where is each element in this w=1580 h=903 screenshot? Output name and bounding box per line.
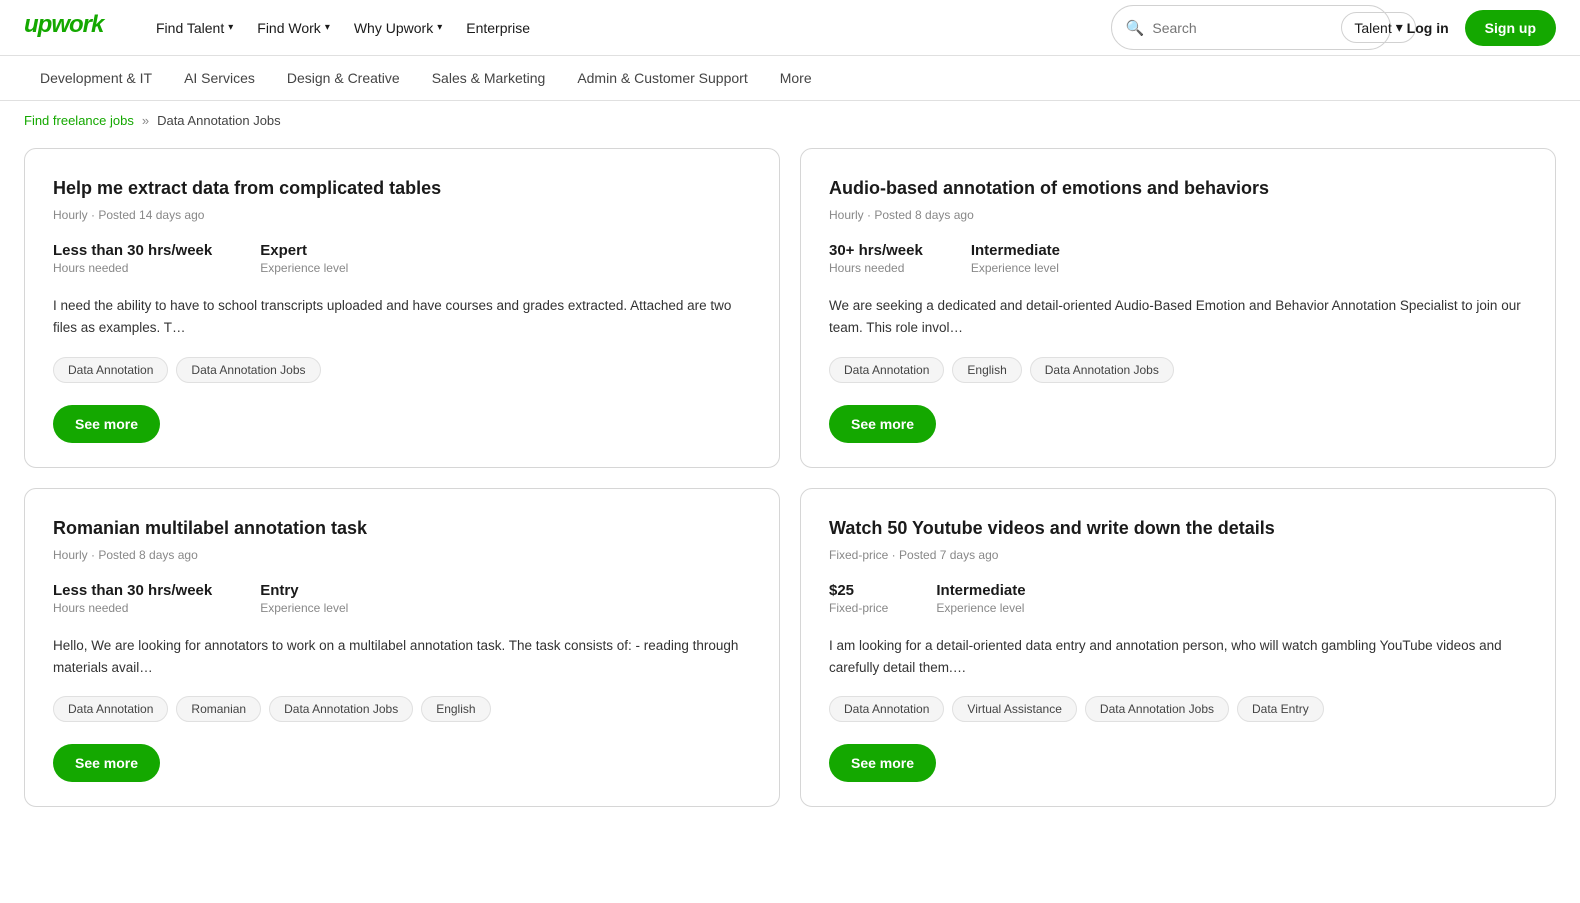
breadcrumb-parent[interactable]: Find freelance jobs	[24, 113, 134, 128]
cat-nav-ai-services[interactable]: AI Services	[168, 56, 271, 100]
job-tag[interactable]: Virtual Assistance	[952, 696, 1077, 722]
see-more-button[interactable]: See more	[829, 744, 936, 782]
job-stat: $25 Fixed-price	[829, 582, 888, 615]
nav-find-talent[interactable]: Find Talent ▾	[146, 12, 243, 44]
job-meta: Fixed-price · Posted 7 days ago	[829, 548, 1527, 562]
cat-nav-more[interactable]: More	[764, 56, 828, 100]
search-icon: 🔍	[1126, 19, 1145, 37]
cat-nav-admin[interactable]: Admin & Customer Support	[561, 56, 763, 100]
job-stat-value: Entry	[260, 582, 348, 599]
job-description: We are seeking a dedicated and detail-or…	[829, 295, 1527, 338]
job-stats: 30+ hrs/week Hours needed Intermediate E…	[829, 242, 1527, 275]
top-navigation: upwork Find Talent ▾ Find Work ▾ Why Upw…	[0, 0, 1580, 56]
job-description: I am looking for a detail-oriented data …	[829, 635, 1527, 678]
see-more-button[interactable]: See more	[829, 405, 936, 443]
job-stat-label: Experience level	[971, 261, 1060, 275]
job-tag[interactable]: Data Annotation	[53, 357, 168, 383]
job-tag[interactable]: Data Annotation Jobs	[269, 696, 413, 722]
job-meta: Hourly · Posted 8 days ago	[829, 208, 1527, 222]
nav-right-section: 🔍 Talent ▾ Log in Sign up	[1111, 5, 1556, 50]
job-tag[interactable]: Data Entry	[1237, 696, 1324, 722]
job-stat: Entry Experience level	[260, 582, 348, 615]
see-more-button[interactable]: See more	[53, 744, 160, 782]
job-title: Romanian multilabel annotation task	[53, 517, 751, 540]
job-description: Hello, We are looking for annotators to …	[53, 635, 751, 678]
cat-nav-design[interactable]: Design & Creative	[271, 56, 416, 100]
job-tag[interactable]: Data Annotation Jobs	[1030, 357, 1174, 383]
job-tag[interactable]: Data Annotation	[53, 696, 168, 722]
main-nav-links: Find Talent ▾ Find Work ▾ Why Upwork ▾ E…	[146, 12, 540, 44]
job-stat-label: Hours needed	[53, 261, 212, 275]
breadcrumb-current: Data Annotation Jobs	[157, 113, 281, 128]
job-tag[interactable]: Data Annotation Jobs	[1085, 696, 1229, 722]
cat-nav-development[interactable]: Development & IT	[24, 56, 168, 100]
job-tag[interactable]: English	[952, 357, 1021, 383]
job-stat: Expert Experience level	[260, 242, 348, 275]
talent-selector[interactable]: Talent ▾	[1341, 12, 1415, 43]
cat-nav-sales[interactable]: Sales & Marketing	[416, 56, 562, 100]
job-stat-value: 30+ hrs/week	[829, 242, 923, 259]
job-stats: $25 Fixed-price Intermediate Experience …	[829, 582, 1527, 615]
job-tags: Data Annotation Data Annotation Jobs	[53, 357, 751, 383]
breadcrumb-separator: »	[142, 113, 149, 128]
search-input[interactable]	[1152, 20, 1333, 36]
job-tags: Data Annotation Romanian Data Annotation J…	[53, 696, 751, 722]
login-button[interactable]: Log in	[1407, 20, 1449, 36]
job-stat-value: $25	[829, 582, 888, 599]
job-title: Help me extract data from complicated ta…	[53, 177, 751, 200]
chevron-down-icon: ▾	[228, 22, 233, 33]
job-stat: Intermediate Experience level	[936, 582, 1025, 615]
job-stat-label: Experience level	[260, 261, 348, 275]
job-card-job3: Romanian multilabel annotation task Hour…	[24, 488, 780, 808]
job-stat-label: Hours needed	[53, 601, 212, 615]
category-navigation: Development & IT AI Services Design & Cr…	[0, 56, 1580, 101]
job-tag[interactable]: Data Annotation Jobs	[176, 357, 320, 383]
signup-button[interactable]: Sign up	[1465, 10, 1556, 46]
job-stat-value: Intermediate	[971, 242, 1060, 259]
job-stat: Intermediate Experience level	[971, 242, 1060, 275]
job-stat-value: Expert	[260, 242, 348, 259]
job-title: Watch 50 Youtube videos and write down t…	[829, 517, 1527, 540]
job-stat-label: Hours needed	[829, 261, 923, 275]
job-title: Audio-based annotation of emotions and b…	[829, 177, 1527, 200]
job-tag[interactable]: Data Annotation	[829, 357, 944, 383]
upwork-logo[interactable]: upwork	[24, 10, 114, 45]
main-content: Help me extract data from complicated ta…	[0, 140, 1580, 847]
job-card-job4: Watch 50 Youtube videos and write down t…	[800, 488, 1556, 808]
job-stat: 30+ hrs/week Hours needed	[829, 242, 923, 275]
job-tag[interactable]: Romanian	[176, 696, 261, 722]
breadcrumb: Find freelance jobs » Data Annotation Jo…	[0, 101, 1580, 140]
job-tag[interactable]: Data Annotation	[829, 696, 944, 722]
job-stats: Less than 30 hrs/week Hours needed Exper…	[53, 242, 751, 275]
nav-enterprise[interactable]: Enterprise	[456, 12, 540, 44]
job-stat-label: Fixed-price	[829, 601, 888, 615]
job-stats: Less than 30 hrs/week Hours needed Entry…	[53, 582, 751, 615]
job-stat-label: Experience level	[936, 601, 1025, 615]
job-stat: Less than 30 hrs/week Hours needed	[53, 242, 212, 275]
job-stat-value: Less than 30 hrs/week	[53, 242, 212, 259]
job-card-job2: Audio-based annotation of emotions and b…	[800, 148, 1556, 468]
job-tags: Data Annotation Virtual Assistance Data An…	[829, 696, 1527, 722]
chevron-down-icon: ▾	[325, 22, 330, 33]
job-stat-value: Less than 30 hrs/week	[53, 582, 212, 599]
job-tag[interactable]: English	[421, 696, 490, 722]
chevron-down-icon: ▾	[437, 22, 442, 33]
job-tags: Data Annotation English Data Annotation Jo…	[829, 357, 1527, 383]
job-stat-label: Experience level	[260, 601, 348, 615]
search-box[interactable]: 🔍 Talent ▾	[1111, 5, 1391, 50]
chevron-down-icon: ▾	[1396, 19, 1403, 36]
job-description: I need the ability to have to school tra…	[53, 295, 751, 338]
job-stat: Less than 30 hrs/week Hours needed	[53, 582, 212, 615]
svg-text:upwork: upwork	[24, 11, 106, 38]
job-meta: Hourly · Posted 8 days ago	[53, 548, 751, 562]
nav-find-work[interactable]: Find Work ▾	[247, 12, 340, 44]
job-card-job1: Help me extract data from complicated ta…	[24, 148, 780, 468]
nav-why-upwork[interactable]: Why Upwork ▾	[344, 12, 452, 44]
jobs-grid: Help me extract data from complicated ta…	[24, 148, 1556, 807]
job-stat-value: Intermediate	[936, 582, 1025, 599]
job-meta: Hourly · Posted 14 days ago	[53, 208, 751, 222]
see-more-button[interactable]: See more	[53, 405, 160, 443]
